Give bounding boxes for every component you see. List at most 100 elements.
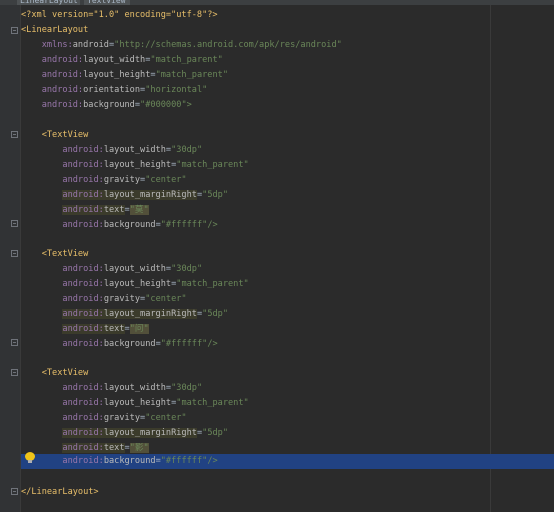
code-line: <LinearLayout bbox=[21, 23, 554, 38]
code-line: android:orientation="horizontal" bbox=[41, 85, 208, 95]
code-line: <TextView bbox=[21, 366, 554, 381]
code-line: android:layout_height="match_parent" bbox=[62, 160, 249, 170]
attr-name: layout_height bbox=[83, 70, 151, 80]
textview-open-tag: <TextView bbox=[41, 249, 89, 259]
attr-value: "horizontal" bbox=[145, 85, 208, 95]
code-line: xmlns:android="http://schemas.android.co… bbox=[41, 40, 342, 50]
current-code-line: android:background="#ffffff"/> bbox=[21, 454, 554, 469]
attr-name: layout_width bbox=[103, 145, 166, 155]
textview-open-tag: <TextView bbox=[41, 368, 89, 378]
attr-name: text bbox=[103, 324, 125, 334]
attr-name: gravity bbox=[103, 413, 141, 423]
code-line: android:text="莫" bbox=[62, 205, 149, 215]
attr-name: orientation bbox=[83, 85, 141, 95]
attr-value: "5dp" bbox=[202, 190, 229, 200]
attr-value: "5dp" bbox=[202, 309, 229, 319]
attr-namespace: android: bbox=[62, 220, 104, 230]
attr-namespace: android: bbox=[62, 413, 104, 423]
code-editor[interactable]: <?xml version="1.0" encoding="utf-8"?> <… bbox=[21, 5, 554, 512]
code-line: </LinearLayout> bbox=[21, 485, 554, 500]
attr-namespace: android: bbox=[62, 175, 104, 185]
code-line: android:layout_height="match_parent" bbox=[62, 279, 249, 289]
attr-value: "#ffffff"/> bbox=[160, 456, 218, 466]
code-line: android:background="#ffffff"/> bbox=[62, 220, 218, 230]
attr-name: layout_height bbox=[103, 279, 172, 289]
attr-namespace: android: bbox=[62, 279, 104, 289]
attr-name: gravity bbox=[103, 294, 141, 304]
attr-name: background bbox=[103, 339, 156, 349]
code-line: android:text="问" bbox=[62, 324, 149, 334]
code-line: android:gravity="center" bbox=[62, 175, 187, 185]
code-line: android:layout_height="match_parent" bbox=[41, 70, 228, 80]
attr-value: "莫" bbox=[129, 205, 149, 215]
attr-namespace: android: bbox=[62, 456, 104, 466]
attr-namespace: android: bbox=[62, 294, 104, 304]
attr-namespace: android: bbox=[41, 70, 84, 80]
attr-value: "30dp" bbox=[171, 264, 203, 274]
attr-name: layout_height bbox=[103, 398, 172, 408]
attr-value: "http://schemas.android.com/apk/res/andr… bbox=[114, 40, 342, 50]
attr-value: "影" bbox=[129, 443, 149, 453]
attr-value: "center" bbox=[145, 413, 187, 423]
code-line: android:layout_width="30dp" bbox=[62, 264, 203, 274]
attr-namespace: android: bbox=[62, 205, 104, 215]
code-line: android:background="#000000"> bbox=[41, 100, 192, 110]
fold-end-icon[interactable] bbox=[11, 220, 18, 227]
fold-toggle-icon[interactable] bbox=[11, 131, 18, 138]
attr-value: "#000000"> bbox=[140, 100, 192, 110]
attr-name: layout_width bbox=[83, 55, 146, 65]
attr-value: "#ffffff"/> bbox=[160, 339, 218, 349]
attr-name: background bbox=[103, 456, 156, 466]
attr-name: android bbox=[72, 40, 109, 50]
attr-name: background bbox=[83, 100, 135, 110]
attr-value: "match_parent" bbox=[155, 70, 228, 80]
attr-namespace: android: bbox=[62, 383, 104, 393]
attr-namespace: android: bbox=[62, 398, 104, 408]
attr-namespace: android: bbox=[62, 339, 104, 349]
code-line: android:layout_height="match_parent" bbox=[62, 398, 249, 408]
attr-namespace: android: bbox=[62, 145, 104, 155]
root-close-tag: </LinearLayout> bbox=[21, 487, 99, 497]
attr-value: "问" bbox=[129, 324, 149, 334]
attr-namespace: android: bbox=[41, 85, 84, 95]
code-line: <TextView bbox=[21, 128, 554, 143]
attr-value: "match_parent" bbox=[176, 398, 249, 408]
attr-name: text bbox=[103, 443, 125, 453]
code-line: android:layout_marginRight="5dp" bbox=[62, 309, 229, 319]
attr-value: "#ffffff"/> bbox=[160, 220, 218, 230]
code-line: android:gravity="center" bbox=[62, 413, 187, 423]
fold-toggle-icon[interactable] bbox=[11, 369, 18, 376]
attr-value: "center" bbox=[145, 175, 187, 185]
attr-namespace: android: bbox=[62, 264, 104, 274]
editor-gutter bbox=[0, 5, 20, 512]
attr-name: layout_marginRight bbox=[103, 190, 197, 200]
root-open-tag: <LinearLayout bbox=[21, 25, 89, 35]
attr-value: "match_parent" bbox=[176, 279, 249, 289]
code-line: android:layout_width="30dp" bbox=[62, 383, 203, 393]
attr-name: gravity bbox=[103, 175, 141, 185]
attr-name: text bbox=[103, 205, 125, 215]
attr-value: "match_parent" bbox=[150, 55, 223, 65]
attr-name: layout_width bbox=[103, 383, 166, 393]
attr-name: layout_width bbox=[103, 264, 166, 274]
fold-end-icon[interactable] bbox=[11, 339, 18, 346]
xml-declaration: <?xml version="1.0" encoding="utf-8"?> bbox=[21, 10, 218, 20]
attr-name: layout_marginRight bbox=[103, 309, 197, 319]
attr-namespace: android: bbox=[62, 190, 104, 200]
attr-namespace: android: bbox=[41, 100, 84, 110]
code-line: android:gravity="center" bbox=[62, 294, 187, 304]
fold-toggle-icon[interactable] bbox=[11, 250, 18, 257]
tab-label: LinearLayout bbox=[20, 0, 78, 5]
attr-name: layout_marginRight bbox=[103, 428, 197, 438]
attr-namespace: android: bbox=[62, 324, 104, 334]
fold-end-icon[interactable] bbox=[11, 488, 18, 495]
attr-name: layout_height bbox=[103, 160, 172, 170]
lightbulb-icon[interactable] bbox=[25, 452, 35, 464]
attr-value: "30dp" bbox=[171, 145, 203, 155]
attr-value: "center" bbox=[145, 294, 187, 304]
code-line: android:layout_marginRight="5dp" bbox=[62, 428, 229, 438]
code-line: <TextView bbox=[21, 247, 554, 262]
code-line: android:layout_width="30dp" bbox=[62, 145, 203, 155]
fold-toggle-icon[interactable] bbox=[11, 27, 18, 34]
tab-label: TextView bbox=[87, 0, 126, 5]
